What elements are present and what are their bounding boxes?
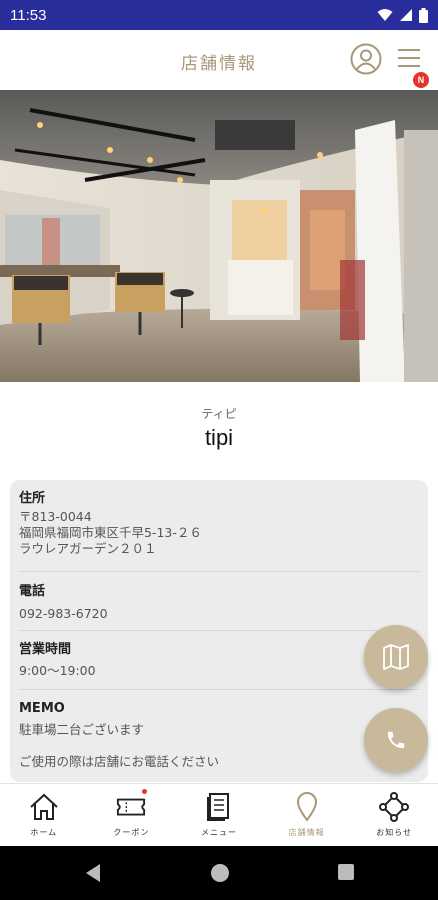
menu-button[interactable] xyxy=(396,44,424,72)
book-icon xyxy=(206,793,229,821)
nav-menu[interactable]: メニュー xyxy=(175,784,263,846)
nav-menu-label: メニュー xyxy=(200,828,237,837)
hours-section: 営業時間 9:00～19:00 xyxy=(19,631,419,690)
nav-coupon-label: クーポン xyxy=(113,828,150,837)
back-icon[interactable] xyxy=(84,863,102,883)
profile-button[interactable] xyxy=(350,43,382,75)
address-line-2: ラウレアガーデン２０１ xyxy=(19,541,157,556)
ticket-icon xyxy=(117,798,146,816)
business-hours: 9:00～19:00 xyxy=(19,663,96,678)
coupon-notification-dot xyxy=(141,789,147,794)
wifi-icon xyxy=(377,9,393,21)
hero-image xyxy=(0,90,438,382)
network-icon xyxy=(379,792,410,822)
nav-coupon[interactable]: クーポン xyxy=(88,784,176,846)
salon-interior-photo xyxy=(0,90,438,382)
memo-section: MEMO 駐車場二台ございます ご使用の際は店舗にお電話ください xyxy=(19,690,419,770)
call-button[interactable] xyxy=(364,708,428,772)
battery-icon xyxy=(419,7,428,23)
status-time: 11:53 xyxy=(10,6,47,24)
system-navigation-bar xyxy=(0,846,438,900)
nav-home-label: ホーム xyxy=(30,828,58,837)
phone-label: 電話 xyxy=(19,584,46,599)
postal-code: 〒813-0044 xyxy=(19,509,92,524)
notification-badge: N xyxy=(413,72,429,88)
address-section: 住所 〒813-0044 福岡県福岡市東区千早5-13-２６ ラウレアガーデン２… xyxy=(19,480,419,572)
home-circle-icon[interactable] xyxy=(210,863,230,883)
user-circle-icon xyxy=(350,43,382,75)
nav-news[interactable]: お知らせ xyxy=(350,784,438,846)
memo-line-1: 駐車場二台ございます xyxy=(19,722,145,737)
phone-icon xyxy=(387,731,405,749)
nav-news-label: お知らせ xyxy=(376,828,413,837)
bottom-navigation: ホーム クーポン メニュー 店舗情報 お知らせ xyxy=(0,783,438,846)
shop-name: tipi xyxy=(204,425,234,450)
map-icon xyxy=(383,644,409,670)
shop-name-kana: ティピ xyxy=(201,407,237,421)
map-button[interactable] xyxy=(364,625,428,689)
home-icon xyxy=(30,793,58,820)
address-label: 住所 xyxy=(19,491,46,506)
app-header: 店舗情報 N xyxy=(0,30,438,90)
signal-icon xyxy=(400,9,412,21)
recents-icon[interactable] xyxy=(337,863,355,881)
nav-shop-info-label: 店舗情報 xyxy=(288,828,325,837)
hamburger-menu-icon xyxy=(398,49,420,67)
memo-line-2: ご使用の際は店舗にお電話ください xyxy=(19,754,220,769)
memo-label: MEMO xyxy=(19,701,65,716)
phone-section: 電話 092-983-6720 xyxy=(19,572,419,631)
phone-number[interactable]: 092-983-6720 xyxy=(19,606,419,622)
address-line-1: 福岡県福岡市東区千早5-13-２６ xyxy=(19,525,202,540)
nav-shop-info[interactable]: 店舗情報 xyxy=(263,784,351,846)
status-icons xyxy=(377,7,428,23)
status-bar: 11:53 xyxy=(0,0,438,30)
location-pin-icon xyxy=(296,792,317,822)
nav-home[interactable]: ホーム xyxy=(0,784,88,846)
hours-label: 営業時間 xyxy=(19,642,72,657)
